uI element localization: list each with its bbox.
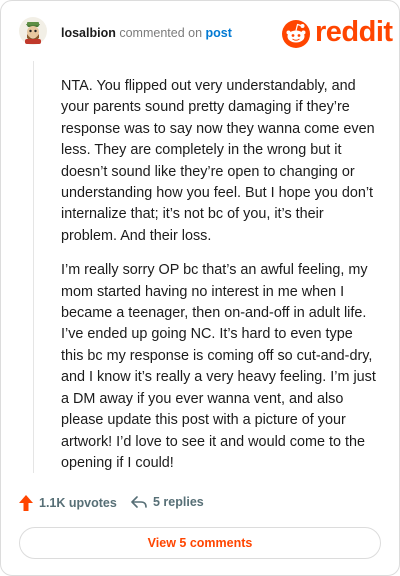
thread-line[interactable]: [33, 61, 34, 473]
upvote-count: 1.1K upvotes: [39, 496, 117, 510]
user-avatar[interactable]: [19, 17, 47, 45]
comment-card: losalbion commented on post reddit NTA. …: [0, 0, 400, 576]
comment-header: losalbion commented on post reddit: [1, 1, 399, 65]
reply-button[interactable]: 5 replies: [131, 495, 204, 509]
comment-paragraph: I’m really sorry OP bc that’s an awful f…: [61, 262, 376, 471]
reply-arrow-icon: [131, 496, 147, 508]
post-link[interactable]: post: [206, 26, 232, 40]
comment-meta: losalbion commented on post: [61, 26, 232, 40]
view-comments-button[interactable]: View 5 comments: [19, 527, 381, 559]
meta-action-text: commented on: [119, 26, 203, 40]
reply-count: 5 replies: [153, 495, 204, 509]
username-link[interactable]: losalbion: [61, 26, 116, 40]
comment-paragraph: NTA. You flipped out very understandably…: [61, 78, 375, 244]
reddit-wordmark: reddit: [315, 16, 393, 48]
comment-body: NTA. You flipped out very understandably…: [61, 76, 379, 487]
upvote-button[interactable]: 1.1K upvotes: [19, 495, 117, 511]
reddit-snoo-icon: [282, 20, 310, 48]
upvote-arrow-icon: [19, 495, 33, 511]
